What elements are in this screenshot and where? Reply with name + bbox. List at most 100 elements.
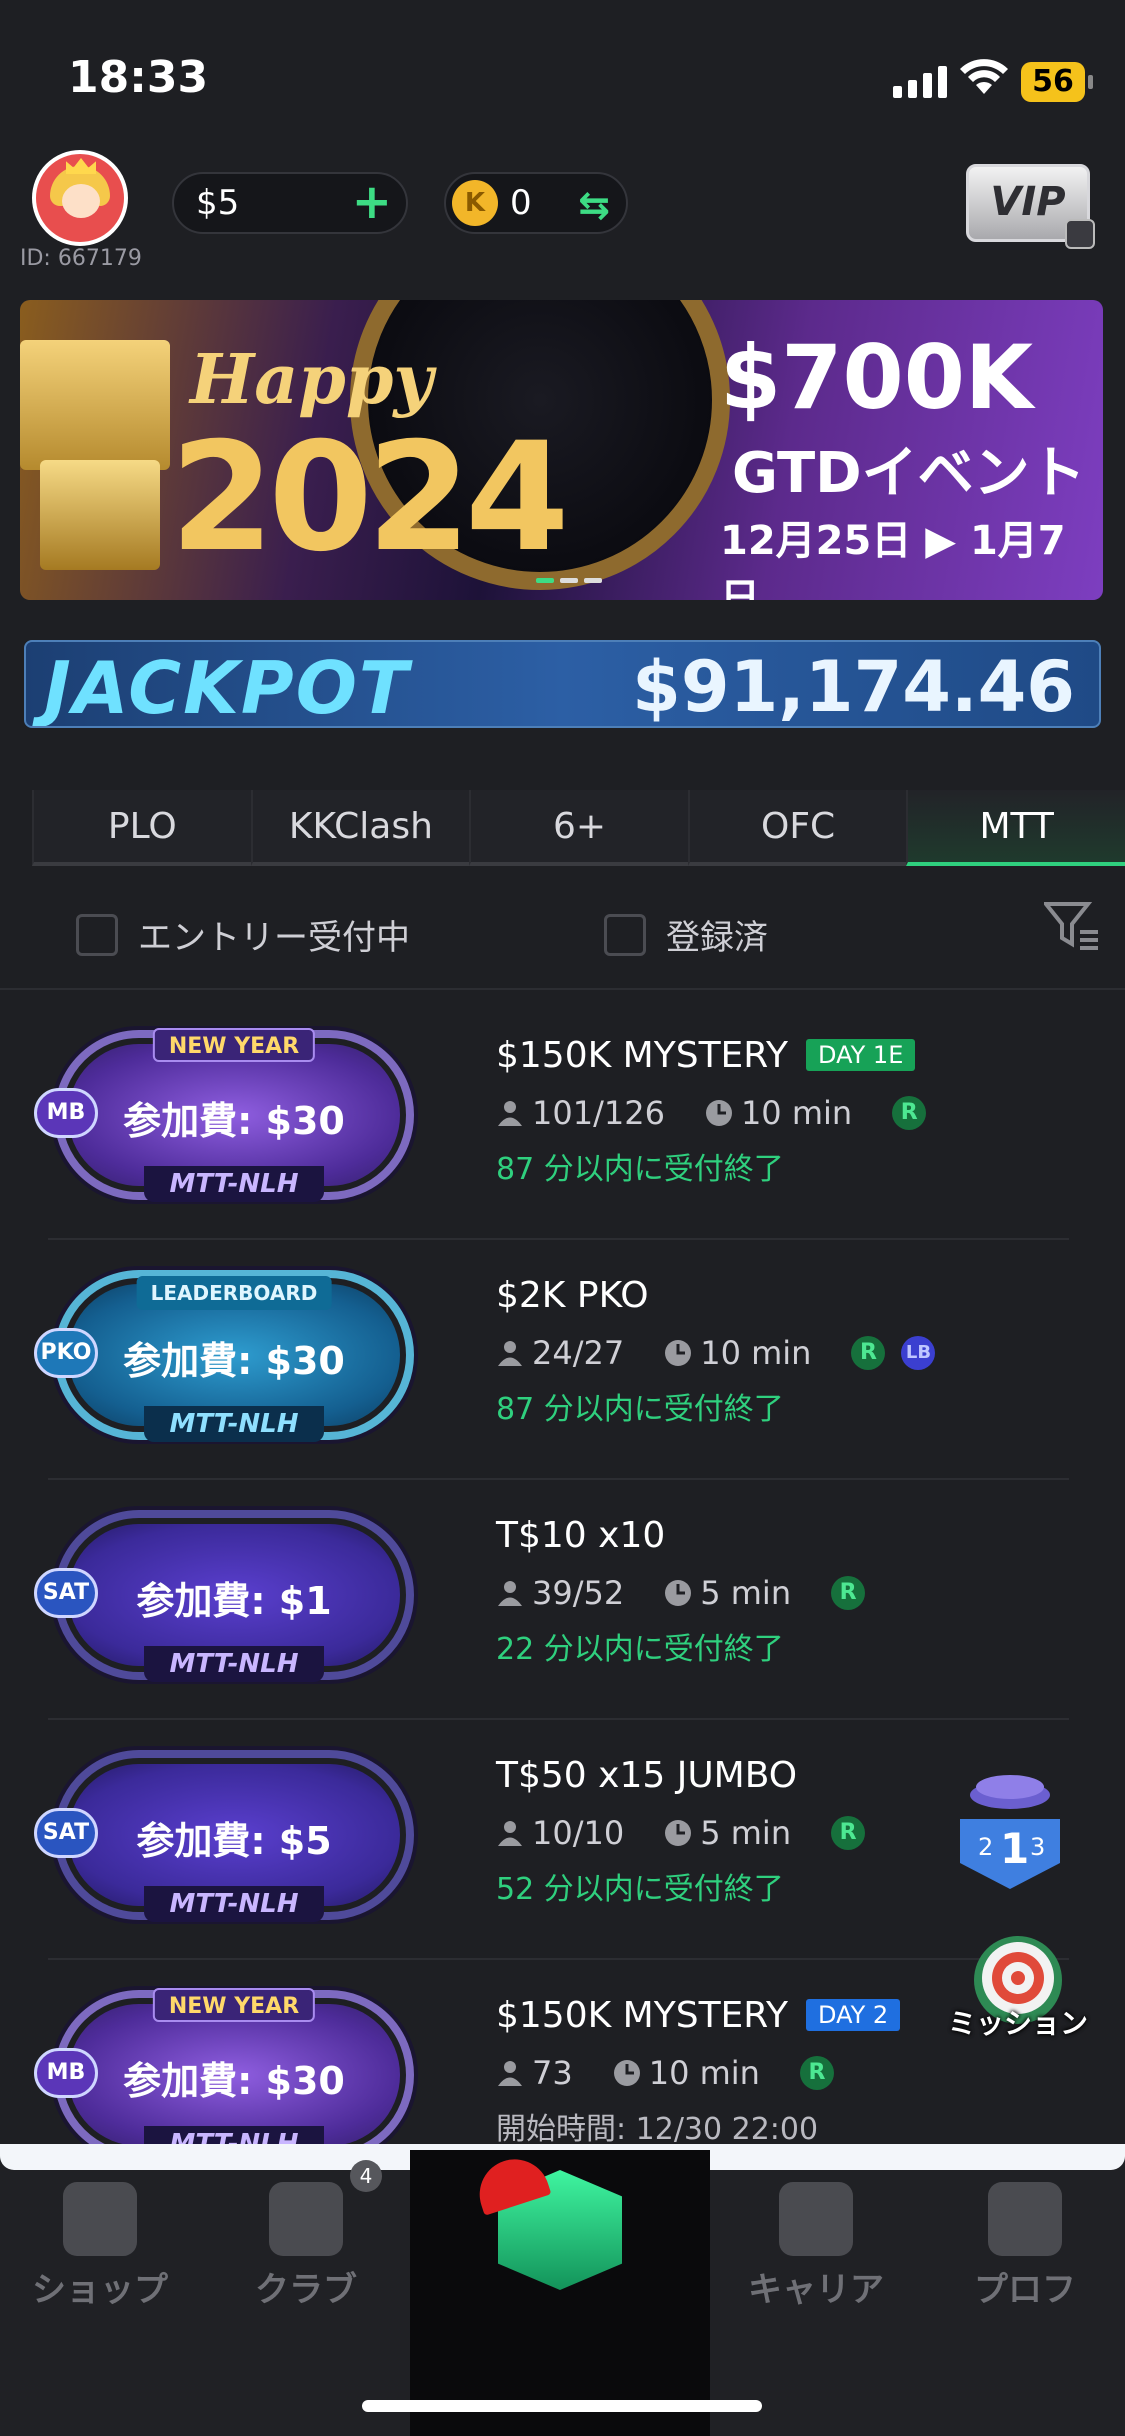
day-badge: DAY 2 xyxy=(806,1999,901,2031)
add-funds-icon[interactable]: + xyxy=(352,178,392,226)
vip-button[interactable]: VIP xyxy=(966,164,1095,249)
blind-level: 5 min xyxy=(700,1574,792,1612)
rank-digit: 1 xyxy=(1000,1824,1029,1873)
players-count: 39/52 xyxy=(532,1574,625,1612)
person-icon xyxy=(498,1101,522,1126)
filter-registered[interactable]: 登録済 xyxy=(604,910,768,959)
filter-funnel-icon[interactable] xyxy=(1044,898,1100,954)
banner-greeting: Happy xyxy=(190,340,433,420)
ranking-trophy-icon[interactable]: 2 1 3 xyxy=(950,1755,1070,1895)
type-badge: SAT xyxy=(34,1808,98,1858)
leaderboard-badge: LB xyxy=(901,1336,936,1370)
type-badge: PKO xyxy=(34,1328,98,1378)
mission-button[interactable]: ミッション xyxy=(948,1920,1088,2060)
start-time: 開始時間: 12/30 22:00 xyxy=(496,2112,819,2147)
rebuy-badge: R xyxy=(831,1816,866,1850)
person-icon xyxy=(498,1581,522,1606)
nav-club[interactable]: クラブ xyxy=(206,2170,406,2320)
type-badge: MB xyxy=(34,2048,98,2098)
filter-accepting-label: エントリー受付中 xyxy=(138,918,410,958)
tab-plo[interactable]: PLO xyxy=(32,790,251,866)
clock: 18:33 xyxy=(68,52,209,103)
nav-home[interactable] xyxy=(410,2150,710,2436)
ticket-top-label: LEADERBOARD xyxy=(136,1276,332,1310)
blind-level: 10 min xyxy=(700,1334,812,1372)
game-type: MTT-NLH xyxy=(144,1646,324,1682)
rebuy-badge: R xyxy=(831,1576,866,1610)
wifi-icon xyxy=(960,59,1008,94)
entry-fee: 参加費: $30 xyxy=(123,1099,345,1143)
career-reindeer-icon xyxy=(779,2182,853,2256)
tab-kkclash[interactable]: KKClash xyxy=(250,790,470,866)
shop-gift-icon xyxy=(63,2182,137,2256)
rebuy-badge: R xyxy=(892,1096,927,1130)
day-badge: DAY 1E xyxy=(806,1039,916,1071)
cellular-signal-icon xyxy=(893,64,947,98)
person-icon xyxy=(498,2061,522,2086)
nav-career[interactable]: キャリア xyxy=(716,2170,916,2320)
registration-status: 52 分以内に受付終了 xyxy=(496,1872,784,1907)
game-type: MTT-NLH xyxy=(144,1406,324,1442)
carousel-dot xyxy=(584,578,602,583)
entry-fee: 参加費: $30 xyxy=(123,1339,345,1383)
nav-career-label: キャリア xyxy=(748,2270,884,2310)
type-badge: SAT xyxy=(34,1568,98,1618)
club-notification-badge: 4 xyxy=(350,2160,382,2192)
tab-mtt[interactable]: MTT xyxy=(906,790,1125,866)
players-count: 73 xyxy=(532,2054,573,2092)
filter-accepting[interactable]: エントリー受付中 xyxy=(76,910,410,959)
entry-ticket[interactable]: 参加費: $1 MTT-NLH SAT xyxy=(34,1510,414,1682)
banner-subtitle: GTDイベント xyxy=(732,441,1086,506)
ticket-top-label: NEW YEAR xyxy=(152,1028,316,1062)
players-count: 10/10 xyxy=(532,1814,625,1852)
game-type: MTT-NLH xyxy=(144,1166,324,1202)
banner-headline: $700K xyxy=(720,326,1034,429)
gift-box-icon xyxy=(20,340,170,470)
exchange-icon[interactable]: ⇆ xyxy=(578,183,610,227)
banner-dates: 12月25日 ▶ 1月7日 xyxy=(720,518,1066,600)
tournament-title: T$50 x15 JUMBO xyxy=(496,1754,798,1796)
jackpot-amount: $91,174.46 xyxy=(632,646,1075,728)
lock-icon xyxy=(1065,219,1095,249)
tournament-title: $2K PKO xyxy=(496,1274,649,1316)
checkbox[interactable] xyxy=(76,913,118,956)
entry-ticket[interactable]: LEADERBOARD 参加費: $30 MTT-NLH PKO xyxy=(34,1270,414,1442)
tournament-row[interactable]: LEADERBOARD 参加費: $30 MTT-NLH PKO $2K PKO… xyxy=(0,1240,1125,1480)
entry-ticket[interactable]: 参加費: $5 MTT-NLH SAT xyxy=(34,1750,414,1922)
balance-pill[interactable]: $5 + xyxy=(172,172,408,234)
nav-profile-label: プロフ xyxy=(974,2270,1076,2310)
mission-label: ミッション xyxy=(948,2007,1089,2040)
blind-level: 10 min xyxy=(740,1094,853,1132)
tournament-row[interactable]: NEW YEAR 参加費: $30 MTT-NLH MB $150K MYSTE… xyxy=(0,1000,1125,1240)
avatar[interactable] xyxy=(32,150,128,246)
entry-ticket[interactable]: NEW YEAR 参加費: $30 MTT-NLH MB xyxy=(34,1988,414,2162)
ticket-top-label: NEW YEAR xyxy=(152,1988,316,2022)
game-type-tabs: PLO KKClash 6+ OFC MTT xyxy=(0,790,1125,866)
jackpot-label: JACKPOT xyxy=(44,646,411,728)
filter-bar: エントリー受付中 登録済 xyxy=(0,880,1125,990)
rebuy-badge: R xyxy=(799,2056,834,2090)
rebuy-badge: R xyxy=(851,1336,886,1370)
person-icon xyxy=(498,1341,522,1366)
carousel-dots xyxy=(536,578,602,583)
jackpot-bar[interactable]: JACKPOT $91,174.46 xyxy=(24,640,1101,728)
promo-banner[interactable]: Happy 2024 $700K GTDイベント 12月25日 ▶ 1月7日 xyxy=(20,300,1103,600)
home-indicator xyxy=(362,2400,762,2412)
checkbox[interactable] xyxy=(604,913,646,956)
blind-level: 10 min xyxy=(648,2054,760,2092)
profile-santa-icon xyxy=(988,2182,1062,2256)
nav-shop[interactable]: ショップ xyxy=(0,2170,200,2320)
nav-profile[interactable]: プロフ xyxy=(925,2170,1125,2320)
club-stocking-icon xyxy=(269,2182,343,2256)
entry-fee: 参加費: $1 xyxy=(136,1579,332,1623)
carousel-dot xyxy=(536,578,554,583)
tab-ofc[interactable]: OFC xyxy=(687,790,907,866)
filter-registered-label: 登録済 xyxy=(666,918,768,958)
entry-ticket[interactable]: NEW YEAR 参加費: $30 MTT-NLH MB xyxy=(34,1028,414,1202)
tournament-row[interactable]: 参加費: $1 MTT-NLH SAT T$10 x10 39/52 5 min… xyxy=(0,1480,1125,1720)
status-bar: 18:33 56 xyxy=(0,0,1125,150)
tournament-title: $150K MYSTERY xyxy=(496,1994,789,2036)
registration-status: 22 分以内に受付終了 xyxy=(496,1632,784,1667)
tab-6plus[interactable]: 6+ xyxy=(469,790,688,866)
coin-pill[interactable]: K 0 ⇆ xyxy=(444,172,628,234)
